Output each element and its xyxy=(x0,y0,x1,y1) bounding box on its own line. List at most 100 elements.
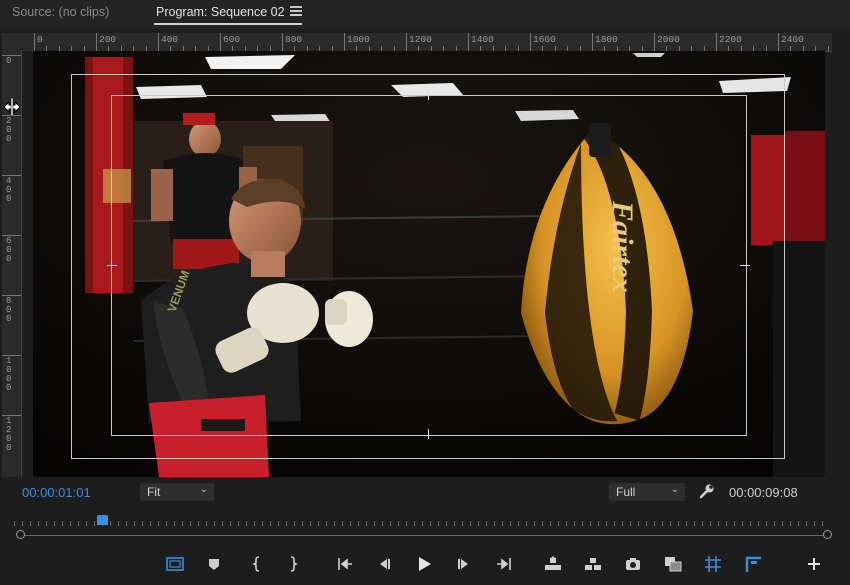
ruler-major-tick xyxy=(406,33,407,51)
ruler-major-tick xyxy=(716,33,717,51)
current-timecode[interactable]: 00:00:01:01 xyxy=(22,485,91,500)
ruler-tick-label: 0 xyxy=(37,34,43,45)
ruler-major-tick xyxy=(468,33,469,51)
play-button[interactable] xyxy=(413,553,435,575)
tab-source-monitor[interactable]: Source: (no clips) xyxy=(12,5,109,19)
ruler-tick-label: 400 xyxy=(6,176,12,204)
ruler-major-tick xyxy=(2,355,21,356)
ruler-major-tick xyxy=(96,33,97,51)
ruler-major-tick xyxy=(2,235,21,236)
guides-icon xyxy=(745,556,761,572)
ruler-tick-label: 600 xyxy=(6,236,12,264)
ruler-tick-label: 400 xyxy=(161,34,179,45)
program-monitor-viewer[interactable]: Fairtex VENUM xyxy=(33,51,825,477)
ruler-major-tick xyxy=(654,33,655,51)
ruler-major-tick xyxy=(2,415,21,416)
ruler-tick-label: 1600 xyxy=(533,34,556,45)
go-to-in-button[interactable] xyxy=(334,553,356,575)
ruler-tick-label: 200 xyxy=(6,116,12,144)
mark-in-button[interactable] xyxy=(246,553,268,575)
ruler-major-tick xyxy=(344,33,345,51)
transport-controls xyxy=(0,549,850,577)
ruler-major-tick xyxy=(530,33,531,51)
show-rulers-button[interactable] xyxy=(702,553,724,575)
chevron-down-icon: ⌄ xyxy=(670,484,679,495)
add-marker-icon xyxy=(209,559,219,570)
scrubber-ticks xyxy=(14,521,830,526)
ruler-corner xyxy=(2,33,32,51)
step-back-button[interactable] xyxy=(373,553,395,575)
zoom-scrollbar-left-handle[interactable] xyxy=(16,530,25,539)
tab-program-monitor[interactable]: Program: Sequence 02 xyxy=(156,5,285,19)
ruler-tick-label: 800 xyxy=(6,296,12,324)
add-button-icon xyxy=(808,558,820,570)
safe-margins-button[interactable] xyxy=(164,553,186,575)
extract-icon xyxy=(585,558,601,570)
safe-center-left-tick xyxy=(107,265,117,266)
lift-button[interactable] xyxy=(542,553,564,575)
active-tab-underline xyxy=(154,23,302,25)
mark-in-icon xyxy=(252,556,260,572)
horizontal-ruler[interactable]: 0 200 400 600 800 1000 1200 1400 1600 1800 2000 220… xyxy=(32,33,832,52)
step-back-icon xyxy=(380,559,390,569)
zoom-scrollbar-track[interactable] xyxy=(22,535,828,536)
safe-margins-icon xyxy=(166,557,184,571)
ruler-tick-label: 2000 xyxy=(657,34,680,45)
lift-icon xyxy=(545,556,561,570)
ruler-major-tick xyxy=(2,175,21,176)
ruler-major-tick xyxy=(34,33,35,51)
ruler-major-tick xyxy=(282,33,283,51)
mark-out-button[interactable] xyxy=(282,553,304,575)
ruler-tick-label: 1000 xyxy=(347,34,370,45)
playback-resolution-dropdown[interactable]: Full ⌄ xyxy=(609,483,685,501)
ruler-tick-label: 1400 xyxy=(471,34,494,45)
chevron-down-icon: ⌄ xyxy=(199,484,208,495)
step-forward-button[interactable] xyxy=(453,553,475,575)
mark-out-icon xyxy=(290,556,298,572)
compare-view-icon xyxy=(665,557,682,572)
ruler-major-tick xyxy=(778,33,779,51)
ruler-tick-label: 200 xyxy=(99,34,117,45)
add-marker-button[interactable] xyxy=(203,553,225,575)
duration-timecode: 00:00:09:08 xyxy=(729,485,798,500)
ruler-tick-label: 2200 xyxy=(719,34,742,45)
playback-scrubber[interactable] xyxy=(14,513,834,539)
ruler-major-tick xyxy=(2,55,21,56)
ruler-major-tick xyxy=(158,33,159,51)
title-safe-margin xyxy=(111,95,747,436)
button-editor-add-button[interactable] xyxy=(803,553,825,575)
ruler-major-tick xyxy=(592,33,593,51)
safe-center-right-tick xyxy=(740,265,750,266)
go-to-out-button[interactable] xyxy=(493,553,515,575)
playback-resolution-value: Full xyxy=(616,485,636,499)
ruler-major-tick xyxy=(220,33,221,51)
safe-center-bottom-tick xyxy=(428,429,429,439)
compare-view-button[interactable] xyxy=(662,553,684,575)
go-to-in-icon xyxy=(338,558,352,570)
go-to-out-icon xyxy=(497,558,511,570)
zoom-scrollbar-right-handle[interactable] xyxy=(823,530,832,539)
ruler-major-tick xyxy=(2,295,21,296)
panel-menu-icon[interactable] xyxy=(290,6,302,16)
settings-wrench-icon[interactable] xyxy=(698,482,716,500)
resize-cursor-icon xyxy=(3,97,21,117)
ruler-tick-label: 0 xyxy=(6,56,12,66)
zoom-level-dropdown[interactable]: Fit ⌄ xyxy=(140,483,214,501)
rulers-icon xyxy=(705,556,721,572)
ruler-tick-label: 1200 xyxy=(6,416,12,453)
export-frame-button[interactable] xyxy=(622,553,644,575)
zoom-level-value: Fit xyxy=(147,485,161,499)
export-frame-icon xyxy=(626,558,640,570)
extract-button[interactable] xyxy=(582,553,604,575)
ruler-tick-label: 1200 xyxy=(409,34,432,45)
ruler-tick-label: 800 xyxy=(285,34,303,45)
play-icon xyxy=(419,557,431,571)
panel-tab-bar: Source: (no clips) Program: Sequence 02 xyxy=(0,0,850,30)
ruler-tick-label: 1000 xyxy=(6,356,12,393)
ruler-tick-label: 600 xyxy=(223,34,241,45)
playhead[interactable] xyxy=(97,515,108,525)
ruler-tick-label: 1800 xyxy=(595,34,618,45)
show-guides-button[interactable] xyxy=(742,553,764,575)
step-forward-icon xyxy=(458,559,468,569)
ruler-minor-tick xyxy=(827,46,829,51)
